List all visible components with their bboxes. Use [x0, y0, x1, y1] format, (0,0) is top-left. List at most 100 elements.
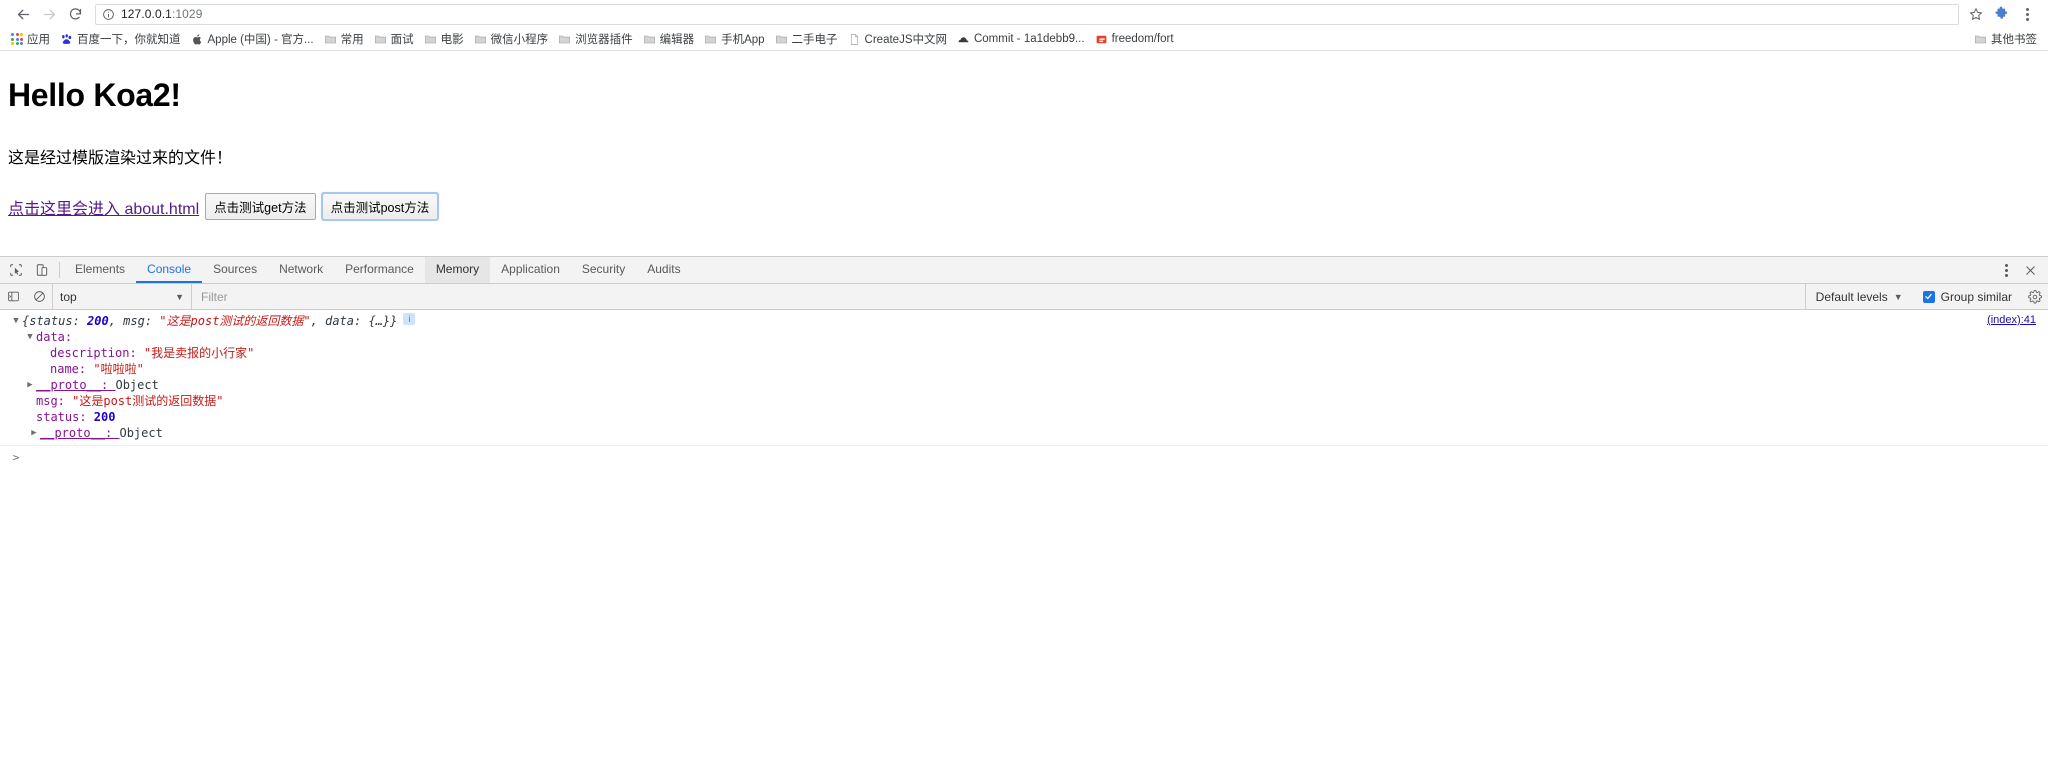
expand-triangle-icon[interactable] [10, 313, 22, 329]
tab-security[interactable]: Security [571, 257, 636, 283]
expand-triangle-icon[interactable] [28, 425, 40, 441]
gear-icon [2028, 289, 2042, 304]
page-paragraph: 这是经过模版渲染过来的文件！ [8, 150, 233, 168]
devtools-more-button[interactable] [1994, 258, 2018, 282]
summary-val-msg: "这是post测试的返回数据" [159, 314, 311, 328]
console-prompt[interactable]: > [0, 446, 2048, 466]
summary-sep-2: , [310, 314, 326, 328]
console-source-link[interactable]: (index):41 [1987, 314, 2036, 326]
forward-button[interactable] [36, 1, 62, 27]
bookmark-folder-chajian[interactable]: 浏览器插件 [553, 30, 638, 49]
console-prop-row[interactable]: description: "我是卖报的小行家" [0, 345, 2048, 361]
console-prop-row[interactable]: data: [0, 329, 2048, 345]
console-filter-input[interactable]: Filter [192, 283, 1806, 310]
tab-network[interactable]: Network [268, 257, 334, 283]
prop-value: 200 [93, 410, 116, 424]
log-levels-select[interactable]: Default levels ▼ [1806, 284, 1913, 310]
tab-performance[interactable]: Performance [334, 257, 425, 283]
devtools-tabbar-actions [1994, 257, 2048, 283]
gitlab-icon [1096, 35, 1106, 43]
folder-icon [559, 35, 570, 43]
console-settings-button[interactable] [2022, 284, 2048, 310]
extension-puzzle-icon[interactable] [1990, 3, 2012, 25]
bookmark-label: 编辑器 [659, 34, 695, 46]
expand-triangle-icon[interactable] [24, 377, 36, 393]
tab-memory[interactable]: Memory [424, 257, 491, 283]
info-badge-icon[interactable]: i [403, 313, 416, 325]
bookmark-label: 常用 [340, 34, 364, 46]
console-proto-row[interactable]: __proto__: Object [0, 377, 2048, 393]
bookmark-folder-bianjiqi[interactable]: 编辑器 [638, 30, 700, 49]
chevron-down-icon: ▼ [175, 291, 184, 302]
browser-toolbar: 127.0.0.1:1029 [0, 0, 2048, 28]
tab-application[interactable]: Application [490, 257, 571, 283]
prop-key: msg: [36, 394, 73, 408]
apps-grid-icon [11, 33, 23, 45]
bookmark-apple[interactable]: Apple (中国) - 官方... [186, 30, 319, 49]
summary-val-status: 200 [87, 314, 109, 328]
toolbar-divider [59, 262, 60, 278]
console-summary-line[interactable]: {status: 200, msg: "这是post测试的返回数据", data… [0, 313, 2048, 329]
prop-value: "这是post测试的返回数据" [72, 394, 224, 408]
devtools-close-button[interactable] [2018, 258, 2042, 282]
bookmark-folder-dianying[interactable]: 电影 [419, 30, 469, 49]
console-summary: {status: 200, msg: "这是post测试的返回数据", data… [22, 313, 397, 329]
back-button[interactable] [10, 1, 36, 27]
folder-icon [424, 35, 436, 43]
clear-console-icon[interactable] [26, 284, 52, 310]
console-sidebar-toggle-icon[interactable] [0, 284, 26, 310]
test-post-button[interactable]: 点击测试post方法 [320, 192, 440, 222]
tab-elements[interactable]: Elements [64, 257, 136, 283]
page-title: Hello Koa2! [8, 77, 181, 113]
bookmark-apps[interactable]: 应用 [6, 30, 55, 49]
other-bookmarks-button[interactable]: 其他书签 [1969, 30, 2042, 49]
console-prop-row[interactable]: status: 200 [0, 409, 2048, 425]
bookmark-freedom-fort[interactable]: freedom/fort [1090, 30, 1179, 49]
console-log-entry[interactable]: (index):41 {status: 200, msg: "这是post测试的… [0, 310, 2048, 446]
bookmark-createjs[interactable]: CreateJS中文网 [843, 30, 952, 49]
reload-button[interactable] [62, 1, 88, 27]
about-html-link[interactable]: 点击这里会进入 about.html [8, 195, 199, 219]
bookmark-star-icon[interactable] [1966, 4, 1986, 24]
bookmark-folder-changyong[interactable]: 常用 [319, 30, 369, 49]
cloud-icon [958, 36, 969, 42]
group-similar-checkbox[interactable] [1922, 290, 1935, 303]
bookmark-folder-mianshi[interactable]: 面试 [369, 30, 419, 49]
console-prop-row[interactable]: msg: "这是post测试的返回数据" [0, 393, 2048, 409]
bookmark-folder-ershoudianzi[interactable]: 二手电子 [770, 30, 843, 49]
group-similar-toggle[interactable]: Group similar [1913, 290, 2022, 304]
bookmark-label: Commit - 1a1debb9... [973, 33, 1085, 45]
console-output[interactable]: (index):41 {status: 200, msg: "这是post测试的… [0, 310, 2048, 757]
device-toolbar-icon[interactable] [29, 257, 55, 283]
inspect-cursor-icon[interactable] [3, 257, 29, 283]
execution-context-select[interactable]: top ▼ [52, 283, 192, 310]
browser-menu-button[interactable] [2016, 3, 2038, 25]
bookmark-baidu[interactable]: 百度一下，你就知道 [55, 30, 186, 49]
bookmark-folder-shoujiapp[interactable]: 手机App [699, 30, 769, 49]
test-get-button[interactable]: 点击测试get方法 [205, 193, 316, 221]
url-text: 127.0.0.1:1029 [121, 7, 202, 21]
group-similar-label: Group similar [1940, 289, 2012, 304]
tab-audits[interactable]: Audits [636, 257, 691, 283]
execution-context-value: top [60, 289, 77, 304]
url-port: :1029 [171, 7, 203, 21]
console-prop-row[interactable]: name: "啦啦啦" [0, 361, 2048, 377]
bookmark-folder-weixin[interactable]: 微信小程序 [469, 30, 554, 49]
prop-key: data: [36, 330, 73, 344]
bookmarks-bar: 应用 百度一下，你就知道 Apple (中国) - 官方... 常用 面试 电影… [0, 28, 2048, 51]
url-host: 127.0.0.1 [121, 7, 172, 21]
console-proto-row[interactable]: __proto__: Object [0, 425, 2048, 441]
page-viewport: Hello Koa2! 这是经过模版渲染过来的文件！ 点击这里会进入 about… [0, 51, 2048, 256]
expand-triangle-icon[interactable] [24, 329, 36, 345]
bookmark-commit[interactable]: Commit - 1a1debb9... [952, 30, 1090, 49]
folder-icon [474, 35, 486, 43]
tab-sources[interactable]: Sources [202, 257, 268, 283]
tab-console[interactable]: Console [136, 257, 203, 283]
folder-icon [374, 35, 386, 43]
bookmark-label: 面试 [390, 34, 414, 46]
bookmark-label: 浏览器插件 [575, 34, 633, 46]
info-circle-icon[interactable] [102, 8, 115, 21]
prop-value: "我是卖报的小行家" [143, 346, 255, 360]
address-bar[interactable]: 127.0.0.1:1029 [95, 3, 1959, 25]
devtools-panel: Elements Console Sources Network Perform… [0, 256, 2048, 757]
